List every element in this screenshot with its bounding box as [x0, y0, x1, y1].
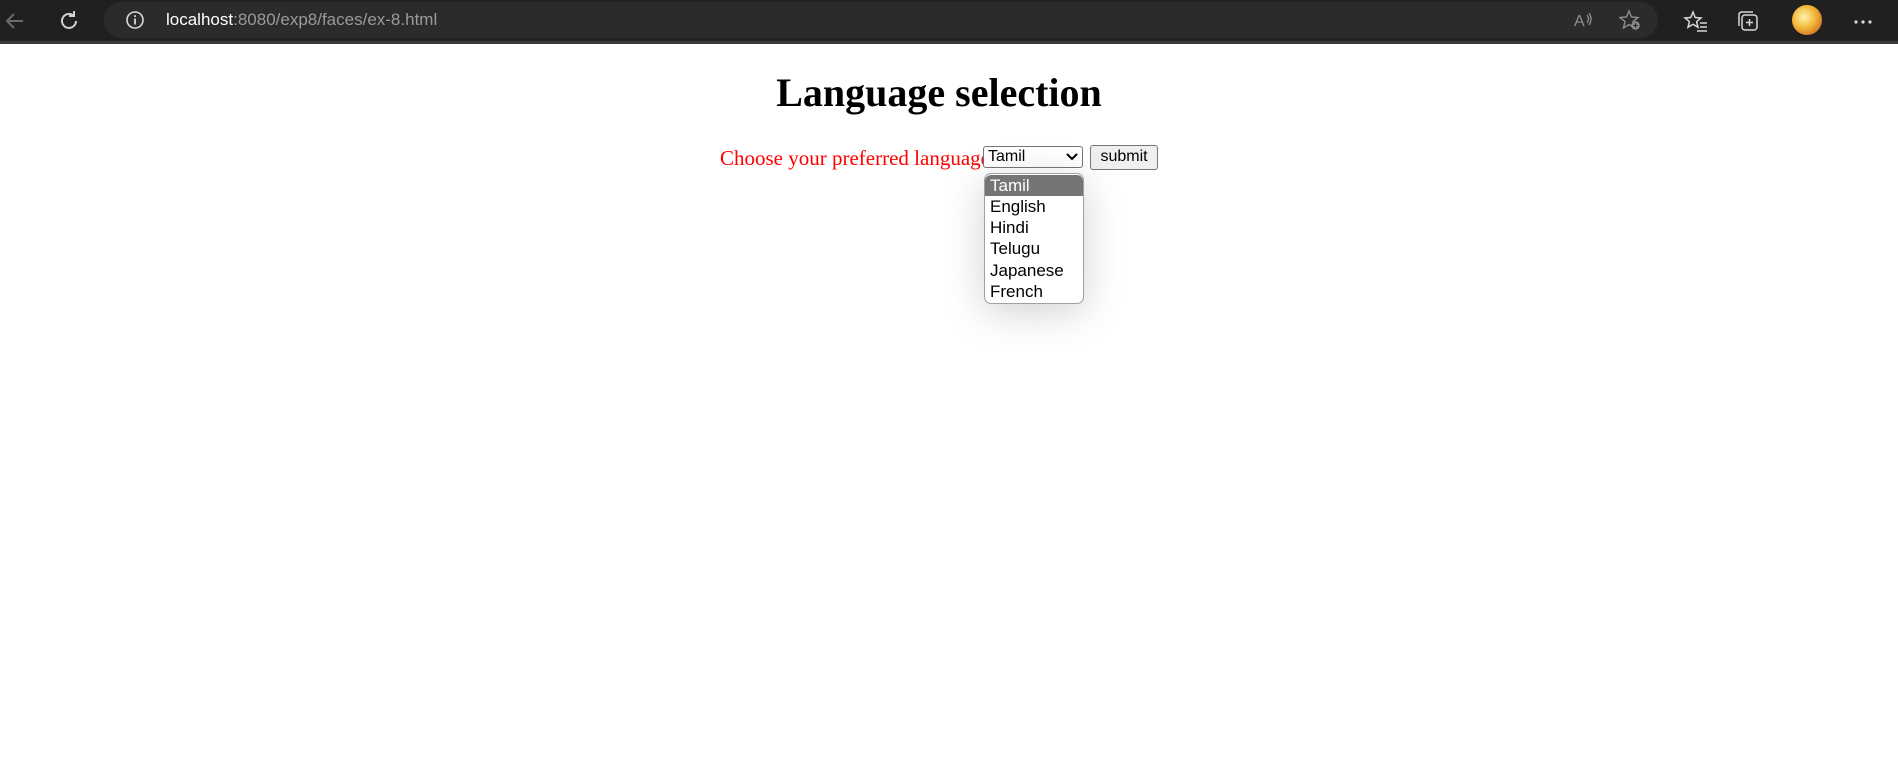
back-button[interactable]: [0, 6, 30, 36]
page-title: Language selection: [776, 70, 1102, 115]
option-japanese[interactable]: Japanese: [985, 260, 1083, 281]
language-dropdown-list: Tamil English Hindi Telugu Japanese Fren…: [984, 173, 1084, 304]
browser-toolbar: localhost:8080/exp8/faces/ex-8.html A: [0, 0, 1898, 44]
back-icon: [5, 13, 23, 29]
language-form: Choose your preferred language: [720, 145, 990, 171]
url-host: localhost: [166, 10, 234, 29]
language-select[interactable]: Tamil: [983, 146, 1083, 168]
site-info-icon[interactable]: [125, 10, 145, 30]
option-hindi[interactable]: Hindi: [985, 217, 1083, 238]
collections-icon[interactable]: [1736, 9, 1762, 35]
url-text[interactable]: localhost:8080/exp8/faces/ex-8.html: [166, 10, 437, 30]
url-path: :8080/exp8/faces/ex-8.html: [233, 10, 438, 29]
option-english[interactable]: English: [985, 196, 1083, 217]
more-icon[interactable]: [1850, 9, 1876, 35]
profile-avatar[interactable]: [1792, 5, 1822, 35]
refresh-button[interactable]: [54, 6, 84, 36]
option-telugu[interactable]: Telugu: [985, 238, 1083, 259]
read-aloud-icon[interactable]: A: [1572, 9, 1594, 31]
submit-button[interactable]: submit: [1090, 145, 1158, 170]
address-bar[interactable]: localhost:8080/exp8/faces/ex-8.html A: [104, 2, 1658, 38]
language-select-value: Tamil: [988, 148, 1026, 165]
add-favorite-icon[interactable]: [1619, 9, 1641, 31]
option-tamil[interactable]: Tamil: [985, 175, 1083, 196]
favorites-icon[interactable]: [1683, 9, 1709, 35]
option-french[interactable]: French: [985, 281, 1083, 302]
chevron-down-icon: [1066, 153, 1078, 161]
refresh-icon: [61, 11, 77, 29]
svg-text:A: A: [1574, 13, 1585, 30]
toolbar-divider: [0, 41, 1898, 44]
language-prompt: Choose your preferred language: [720, 145, 990, 170]
